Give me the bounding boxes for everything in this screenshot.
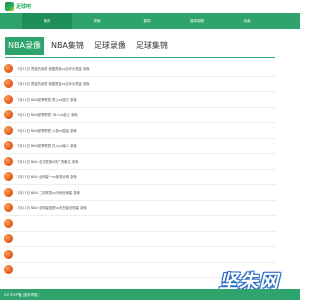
- basketball-icon: [4, 79, 13, 89]
- site-header: 足球吧: [0, 0, 300, 13]
- basketball-icon: [4, 187, 13, 197]
- basketball-icon: [4, 125, 13, 135]
- list-item[interactable]: 7月11日 NBA 总决赛第4场广西备注 录像: [4, 154, 276, 170]
- footer-text[interactable]: Ω©®ICP备 [投诉举报]: [4, 292, 38, 297]
- nav-item-basketball-video[interactable]: 篮球视频: [172, 13, 222, 29]
- category-tabs: NBA录像 NBA集锦 足球录像 足球集锦: [5, 37, 175, 55]
- list-item[interactable]: 7月11日 NBA 二阶联赛vs马刺全明星 录像: [4, 185, 276, 201]
- basketball-icon: [4, 203, 13, 213]
- logo-text: 足球吧: [16, 4, 32, 10]
- list-item[interactable]: 7月11日 NBA夏季联赛 热火vs湖人 录像: [4, 139, 276, 154]
- tab-underline: [5, 57, 275, 58]
- list-item[interactable]: 7月11日 男篮热身赛 美国男篮vs加拿大男篮 录像: [4, 61, 276, 77]
- basketball-icon: [4, 265, 13, 275]
- main-nav: 首页 录像 集锦 篮球视频 动画: [0, 13, 300, 29]
- list-item-title[interactable]: 7月11日 NBA夏季联赛 76人vs爵士 录像: [17, 112, 78, 117]
- logo-icon: [5, 2, 14, 11]
- basketball-icon: [4, 172, 13, 182]
- list-item[interactable]: [4, 247, 276, 263]
- tab-nba-highlights[interactable]: NBA集锦: [48, 37, 87, 55]
- basketball-icon: [4, 141, 13, 151]
- list-item[interactable]: [4, 232, 276, 247]
- basketball-icon: [4, 156, 13, 166]
- basketball-icon: [4, 63, 13, 73]
- nav-item-animation[interactable]: 动画: [222, 13, 272, 29]
- nav-item-replays[interactable]: 录像: [72, 13, 122, 29]
- list-item-title[interactable]: 7月11日 男篮热身赛 美国男篮vs加拿大男篮 录像: [17, 66, 89, 71]
- list-item[interactable]: 7月11日 NBA夏季联赛 勇士vs国王 录像: [4, 92, 276, 108]
- list-item-title[interactable]: 7月11日 NBA 二阶联赛vs马刺全明星 录像: [17, 190, 80, 195]
- basketball-icon: [4, 110, 13, 120]
- list-item[interactable]: 7月11日 男篮热身赛 美国男篮vs加拿大男篮 录像: [4, 77, 276, 92]
- basketball-icon: [4, 218, 13, 228]
- list-item-title[interactable]: 7月11日 NBA 全明星回顾vs东西部全明星 录像: [17, 205, 87, 210]
- basketball-icon: [4, 234, 13, 244]
- nav-item-highlights[interactable]: 集锦: [122, 13, 172, 29]
- list-item-title[interactable]: 7月11日 NBA 总决赛第4场广西备注 录像: [17, 159, 78, 164]
- list-item[interactable]: 7月11日 NBA 全明星回顾vs东西部全明星 录像: [4, 201, 276, 216]
- list-item-title[interactable]: 7月11日 男篮热身赛 美国男篮vs加拿大男篮 录像: [17, 81, 89, 86]
- site-footer: Ω©®ICP备 [投诉举报]: [0, 289, 300, 300]
- list-item-title[interactable]: 7月11日 NBA 全明星一vs新秀全明 录像: [17, 174, 77, 179]
- tab-football-replays[interactable]: 足球录像: [91, 37, 129, 55]
- basketball-icon: [4, 249, 13, 259]
- list-item[interactable]: [4, 216, 276, 232]
- basketball-icon: [4, 94, 13, 104]
- list-item-title[interactable]: 7月11日 NBA夏季联赛 热火vs湖人 录像: [17, 143, 77, 148]
- list-item-title[interactable]: 7月11日 NBA夏季联赛 火箭vs掘金 录像: [17, 128, 77, 133]
- site-logo[interactable]: 足球吧: [5, 2, 31, 11]
- list-item[interactable]: 7月11日 NBA夏季联赛 火箭vs掘金 录像: [4, 123, 276, 139]
- list-item-title[interactable]: 7月11日 NBA夏季联赛 勇士vs国王 录像: [17, 97, 77, 102]
- tab-football-highlights[interactable]: 足球集锦: [133, 37, 171, 55]
- video-list: 7月11日 男篮热身赛 美国男篮vs加拿大男篮 录像 7月11日 男篮热身赛 美…: [4, 61, 276, 278]
- list-item[interactable]: 7月11日 NBA夏季联赛 76人vs爵士 录像: [4, 108, 276, 123]
- nav-item-home[interactable]: 首页: [22, 13, 72, 29]
- tab-nba-replays[interactable]: NBA录像: [5, 37, 44, 55]
- list-item[interactable]: 7月11日 NBA 全明星一vs新秀全明 录像: [4, 170, 276, 185]
